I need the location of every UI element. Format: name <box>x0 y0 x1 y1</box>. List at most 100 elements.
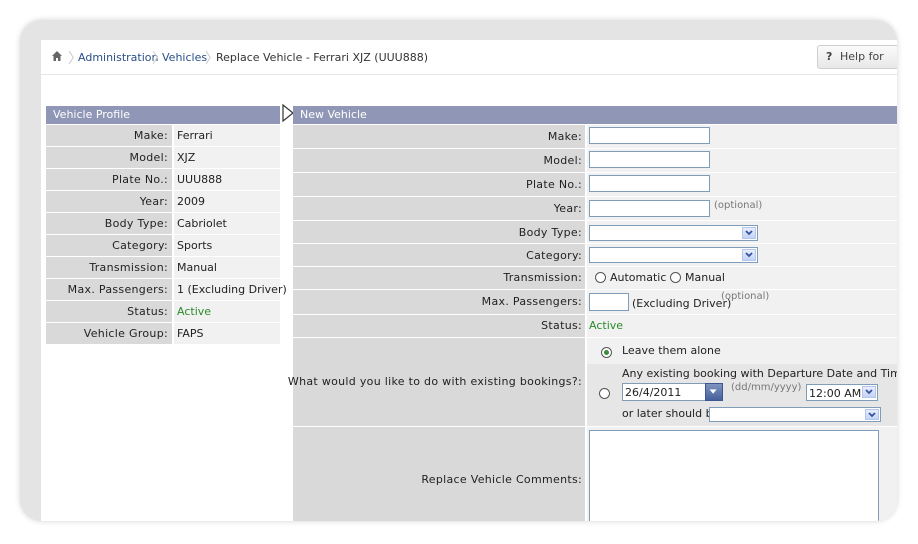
new-make-label: Make: <box>547 130 582 143</box>
profile-label: Body Type: <box>104 217 168 230</box>
chevron-down-icon[interactable] <box>862 386 876 398</box>
new-max-passengers-label: Max. Passengers: <box>481 295 582 308</box>
calendar-dropdown-button[interactable] <box>705 383 723 401</box>
model-input[interactable] <box>589 151 710 168</box>
breadcrumb-administration[interactable]: Administration <box>78 51 159 64</box>
category-select[interactable] <box>589 247 758 263</box>
bookings-time-value: 12:00 AM <box>809 387 862 400</box>
profile-value: Cabriolet <box>177 217 227 230</box>
help-button-label: Help for <box>840 50 884 63</box>
new-model-row: Model: <box>293 149 897 173</box>
plate-input[interactable] <box>589 175 710 192</box>
bookings-leave-radio[interactable] <box>601 347 612 358</box>
transmission-automatic-label: Automatic <box>610 271 667 284</box>
bookings-replace-radio[interactable] <box>599 388 610 399</box>
bookings-leave-label: Leave them alone <box>622 344 721 357</box>
comments-label: Replace Vehicle Comments: <box>421 473 582 486</box>
profile-label: Max. Passengers: <box>67 283 168 296</box>
year-optional-hint: (optional) <box>714 200 763 211</box>
chevron-down-icon[interactable] <box>742 249 756 261</box>
transmission-manual-label: Manual <box>685 271 725 284</box>
bookings-row: What would you like to do with existing … <box>288 338 897 427</box>
bookings-question-label: What would you like to do with existing … <box>287 375 582 388</box>
vehicle-profile-header: Vehicle Profile <box>46 106 280 124</box>
profile-row-model: Model: XJZ <box>46 147 280 169</box>
new-plate-label: Plate No.: <box>526 178 582 191</box>
transmission-automatic-radio[interactable] <box>595 272 606 283</box>
profile-value: FAPS <box>177 327 204 340</box>
profile-value: 1 (Excluding Driver) <box>177 283 287 296</box>
new-plate-row: Plate No.: <box>293 173 897 197</box>
new-transmission-row: Transmission: Automatic Manual <box>293 267 897 290</box>
max-passengers-optional-hint: (optional) <box>721 291 770 302</box>
profile-label: Plate No.: <box>112 173 168 186</box>
profile-row-category: Category: Sports <box>46 235 280 257</box>
new-model-label: Model: <box>543 154 582 167</box>
profile-value: Ferrari <box>177 129 213 142</box>
new-transmission-label: Transmission: <box>503 271 582 284</box>
breadcrumb-vehicles[interactable]: Vehicles <box>162 51 207 64</box>
bookings-replace-box: Any existing booking with Departure Date… <box>587 364 897 426</box>
new-year-row: Year: (optional) <box>293 197 897 221</box>
new-body-type-row: Body Type: <box>293 221 897 244</box>
breadcrumb: 〉 Administration 〉 Vehicles 〉 Replace Ve… <box>41 40 897 75</box>
bookings-date-format-hint: (dd/mm/yyyy) <box>731 382 802 393</box>
year-input[interactable] <box>589 200 710 217</box>
profile-row-status: Status: Active <box>46 301 280 323</box>
profile-label: Model: <box>129 151 168 164</box>
new-status-value: Active <box>589 319 624 332</box>
breadcrumb-current: Replace Vehicle - Ferrari XJZ (UUU888) <box>216 51 429 64</box>
new-vehicle-title: New Vehicle <box>300 108 367 121</box>
profile-row-transmission: Transmission: Manual <box>46 257 280 279</box>
bookings-replacement-select[interactable] <box>709 407 881 422</box>
new-status-row: Status: Active <box>293 315 897 338</box>
profile-row-body-type: Body Type: Cabriolet <box>46 213 280 235</box>
chevron-down-icon <box>709 389 717 394</box>
profile-value: 2009 <box>177 195 205 208</box>
body-type-select[interactable] <box>589 225 758 241</box>
profile-value: UUU888 <box>177 173 223 186</box>
profile-value: Manual <box>177 261 217 274</box>
new-max-passengers-row: Max. Passengers: (Excluding Driver) (opt… <box>293 290 897 315</box>
chevron-down-icon[interactable] <box>865 409 879 420</box>
profile-row-max-passengers: Max. Passengers: 1 (Excluding Driver) <box>46 279 287 301</box>
vehicle-profile-title: Vehicle Profile <box>53 108 131 121</box>
chevron-down-icon[interactable] <box>742 227 756 239</box>
profile-label: Vehicle Group: <box>83 327 168 340</box>
profile-row-make: Make: Ferrari <box>46 125 280 147</box>
profile-row-plate: Plate No.: UUU888 <box>46 169 280 191</box>
comments-row: Replace Vehicle Comments: <box>293 427 897 521</box>
bookings-date-value: 26/4/2011 <box>625 386 682 399</box>
profile-row-vehicle-group: Vehicle Group: FAPS <box>46 323 280 345</box>
max-passengers-input[interactable] <box>589 293 629 311</box>
profile-value: Sports <box>177 239 213 252</box>
new-vehicle-header: New Vehicle <box>293 106 897 124</box>
home-icon[interactable] <box>51 50 63 62</box>
comments-textarea[interactable] <box>589 430 879 521</box>
new-category-row: Category: <box>293 244 897 267</box>
profile-status-value: Active <box>177 305 212 318</box>
profile-label: Make: <box>133 129 168 142</box>
page-content: 〉 Administration 〉 Vehicles 〉 Replace Ve… <box>41 40 897 521</box>
new-make-row: Make: <box>293 125 897 149</box>
bookings-replace-text: Any existing booking with Departure Date… <box>622 367 897 380</box>
bookings-time-select[interactable]: 12:00 AM <box>806 384 878 401</box>
profile-row-year: Year: 2009 <box>46 191 280 213</box>
transmission-manual-radio[interactable] <box>670 272 681 283</box>
new-body-type-label: Body Type: <box>518 226 582 239</box>
bookings-later-text: or later should be <box>622 407 720 420</box>
help-button[interactable]: ? Help for <box>817 45 897 69</box>
profile-label: Year: <box>139 195 168 208</box>
profile-value: XJZ <box>177 151 196 164</box>
profile-label: Transmission: <box>89 261 168 274</box>
help-icon: ? <box>826 50 833 63</box>
new-status-label: Status: <box>541 319 582 332</box>
make-input[interactable] <box>589 127 710 144</box>
new-category-label: Category: <box>526 249 582 262</box>
bookings-date-input[interactable]: 26/4/2011 <box>622 383 706 401</box>
new-year-label: Year: <box>553 202 582 215</box>
max-passengers-suffix: (Excluding Driver) <box>632 297 732 310</box>
browser-frame: 〉 Administration 〉 Vehicles 〉 Replace Ve… <box>20 20 897 521</box>
profile-label: Status: <box>127 305 168 318</box>
profile-label: Category: <box>112 239 168 252</box>
